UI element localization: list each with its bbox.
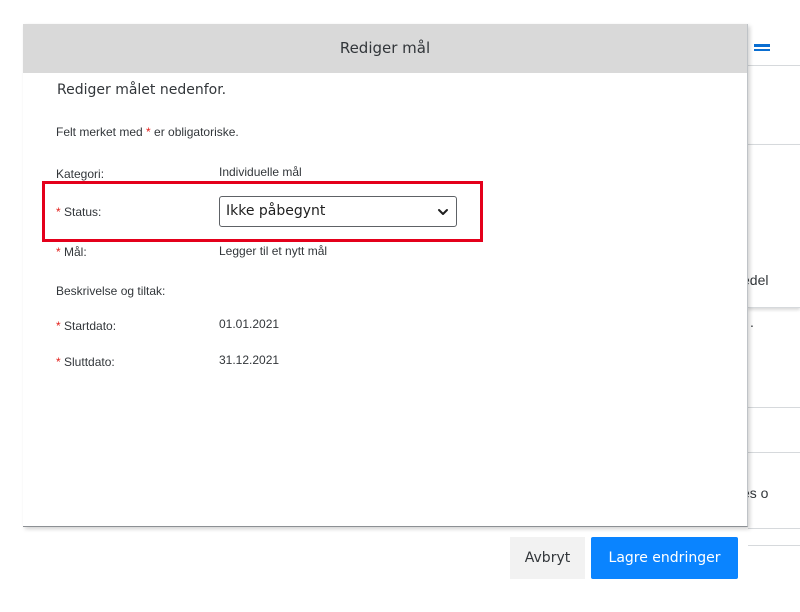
start-date-value: 01.01.2021 [219, 317, 280, 331]
background-divider [748, 545, 800, 546]
goal-value: Legger til et nytt mål [219, 244, 328, 258]
background-text-fragment: . [750, 314, 754, 330]
background-divider [748, 528, 800, 529]
required-marker: * [56, 245, 61, 259]
edit-goal-dialog: Rediger mål Rediger målet nedenfor. Felt… [23, 24, 748, 527]
dialog-intro: Rediger målet nedenfor. [57, 82, 227, 98]
required-hint-text: Felt merket med [56, 125, 147, 139]
required-fields-hint: Felt merket med * er obligatoriske. [56, 125, 239, 139]
background-divider [748, 65, 800, 66]
category-label: Kategori: [56, 167, 105, 181]
background-menu-icon-line [754, 49, 770, 51]
required-marker: * [56, 319, 61, 333]
description-label: Beskrivelse og tiltak: [56, 284, 166, 298]
background-menu-icon [754, 44, 770, 47]
dialog-header: Rediger mål [23, 24, 747, 73]
required-hint-text: er obligatoriske. [150, 125, 239, 139]
category-value: Individuelle mål [219, 165, 302, 179]
end-date-value: 31.12.2021 [219, 353, 280, 367]
dialog-title: Rediger mål [339, 39, 431, 57]
save-changes-button[interactable]: Lagre endringer [591, 537, 738, 579]
end-date-label: * Sluttdato: [56, 355, 115, 369]
status-highlight-frame [42, 181, 483, 242]
start-date-label: * Startdato: [56, 319, 117, 333]
cancel-button[interactable]: Avbryt [510, 537, 585, 579]
background-divider [748, 407, 800, 408]
required-marker: * [56, 355, 61, 369]
background-divider [748, 452, 800, 453]
goal-label: * Mål: [56, 245, 87, 259]
